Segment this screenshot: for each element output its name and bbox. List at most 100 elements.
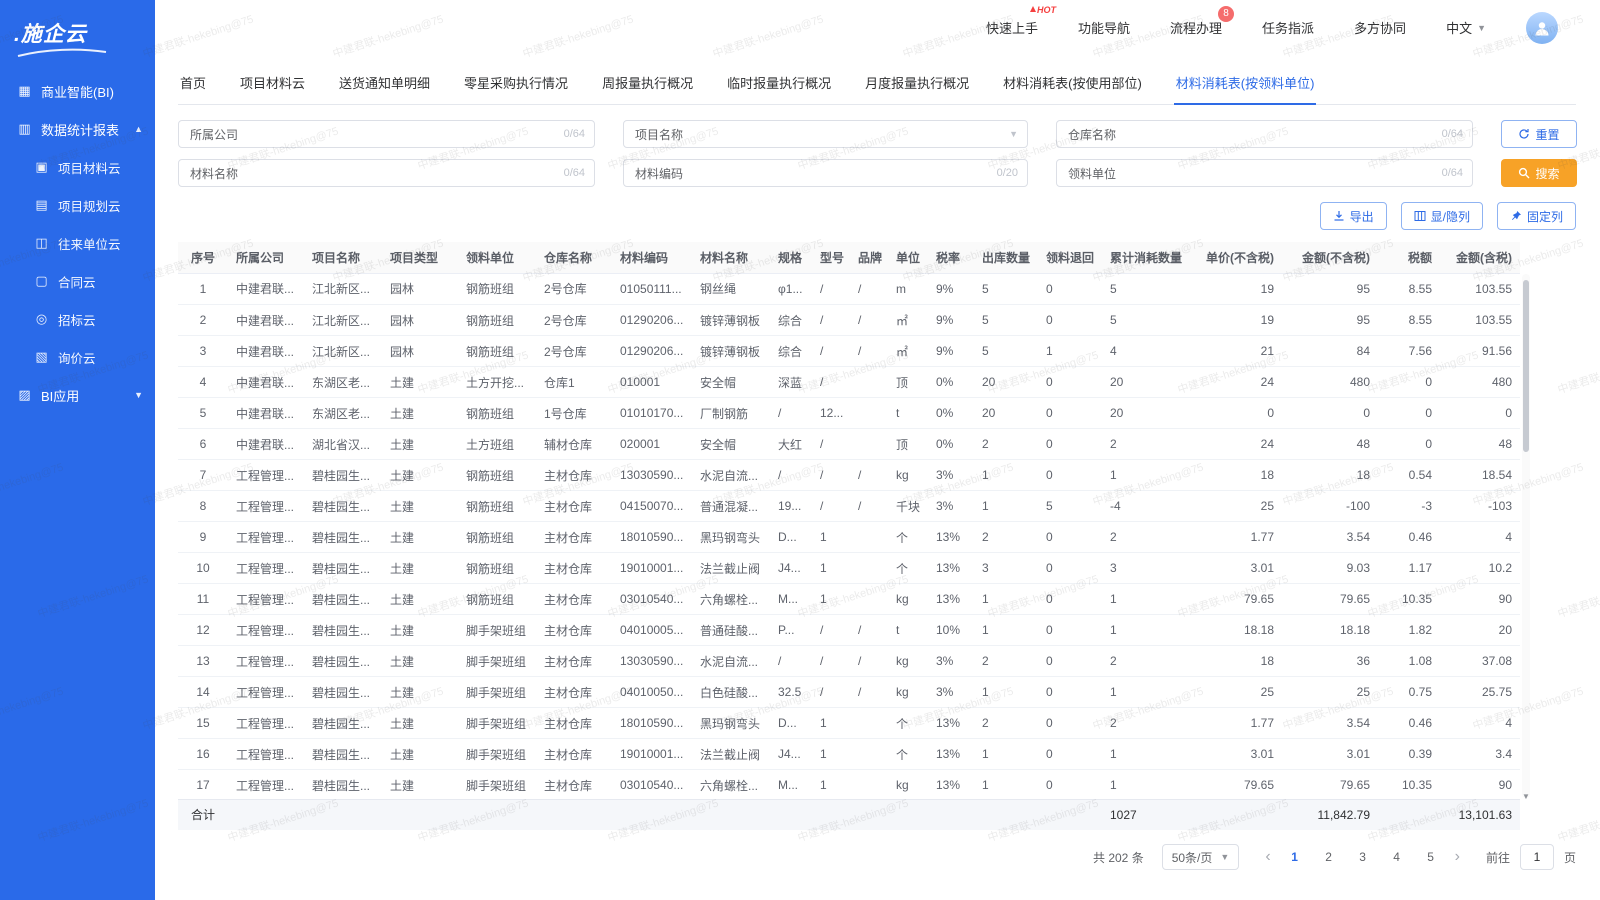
table-cell: 3: [178, 336, 228, 367]
tab-temporary-report[interactable]: 临时报量执行概况: [725, 69, 833, 104]
scrollbar-thumb[interactable]: [1523, 280, 1529, 452]
table-cell: P...: [770, 615, 812, 646]
table-cell: 9%: [928, 305, 974, 336]
table-cell: 园林: [382, 336, 458, 367]
tab-project-material[interactable]: 项目材料云: [238, 69, 307, 104]
sidebar-item-bidding-cloud[interactable]: ◎ 招标云: [0, 300, 155, 338]
table-cell: 1: [1102, 677, 1190, 708]
requisition-unit-filter-input[interactable]: [1128, 166, 1436, 180]
toggle-columns-button[interactable]: 显/隐列: [1401, 202, 1483, 230]
table-cell: 103.55: [1440, 274, 1520, 305]
avatar[interactable]: [1526, 12, 1558, 44]
table-cell: 7: [178, 460, 228, 491]
goto-page-input[interactable]: [1520, 844, 1554, 870]
sidebar-item-label: 询价云: [58, 348, 96, 367]
page-button-4[interactable]: 4: [1385, 850, 1409, 864]
table-cell: kg: [888, 646, 928, 677]
report-chart-icon: ▥: [16, 121, 33, 137]
export-button[interactable]: 导出: [1320, 202, 1387, 230]
table-cell: φ1...: [770, 274, 812, 305]
page-size-label: 50条/页: [1172, 849, 1213, 866]
table-cell: 水泥自流...: [692, 460, 770, 491]
table-row: 10工程管理...碧桂园生...土建钢筋班组主材仓库19010001...法兰截…: [178, 553, 1520, 584]
summary-cell: 合计: [178, 799, 228, 830]
table-cell: 东湖区老...: [304, 367, 382, 398]
table-cell: 11: [178, 584, 228, 615]
table-cell: 土建: [382, 615, 458, 646]
sidebar-item-label: 招标云: [58, 310, 96, 329]
table-cell: 18010590...: [612, 708, 692, 739]
tab-sporadic-purchase[interactable]: 零星采购执行情况: [462, 69, 570, 104]
inquiry-cloud-icon: ▧: [33, 349, 50, 365]
tab-delivery-note-detail[interactable]: 送货通知单明细: [337, 69, 432, 104]
table-cell: 8.55: [1378, 274, 1440, 305]
partner-cloud-icon: ◫: [33, 235, 50, 251]
table-cell: /: [770, 646, 812, 677]
tab-weekly-report[interactable]: 周报量执行概况: [600, 69, 695, 104]
project-filter: 项目名称 ▼: [623, 120, 1028, 148]
search-button[interactable]: 搜索: [1501, 159, 1577, 187]
hot-badge: HOT: [1030, 5, 1056, 15]
table-cell: 钢筋班组: [458, 398, 536, 429]
table-cell: 1: [1102, 615, 1190, 646]
company-filter-input[interactable]: [250, 127, 558, 141]
table-cell: 主材仓库: [536, 522, 612, 553]
nav-multi-collaboration[interactable]: 多方协同: [1354, 18, 1406, 37]
page-button-5[interactable]: 5: [1419, 850, 1443, 864]
table-cell: 0: [1038, 646, 1102, 677]
table-cell: 90: [1440, 584, 1520, 615]
fixed-columns-button[interactable]: 固定列: [1497, 202, 1576, 230]
table-cell: 江北新区...: [304, 305, 382, 336]
material-code-filter-input[interactable]: [695, 166, 991, 180]
page-size-select[interactable]: 50条/页 ▼: [1162, 844, 1240, 870]
page-button-1[interactable]: 1: [1283, 850, 1307, 864]
sidebar-item-project-planning-cloud[interactable]: ▤ 项目规划云: [0, 186, 155, 224]
sidebar: .施企云 ▦ 商业智能(BI) ▥ 数据统计报表 ▲ ▣ 项目材料云 ▤ 项目规…: [0, 0, 155, 900]
table-vertical-scrollbar[interactable]: ▼: [1522, 274, 1530, 798]
nav-quick-start[interactable]: HOT 快速上手: [986, 18, 1038, 37]
sidebar-item-inquiry-cloud[interactable]: ▧ 询价云: [0, 338, 155, 376]
scrollbar-down-arrow-icon[interactable]: ▼: [1522, 792, 1530, 801]
table-cell: kg: [888, 460, 928, 491]
sidebar-item-data-reports[interactable]: ▥ 数据统计报表 ▲: [0, 110, 155, 148]
table-cell: 3.01: [1190, 553, 1282, 584]
prev-page-button[interactable]: ‹: [1263, 849, 1272, 865]
table-cell: 1: [178, 274, 228, 305]
tab-consumption-by-location[interactable]: 材料消耗表(按使用部位): [1001, 69, 1144, 104]
table-cell: 碧桂园生...: [304, 460, 382, 491]
column-header: 项目名称: [304, 242, 382, 273]
sidebar-item-bi-app[interactable]: ▨ BI应用 ▼: [0, 376, 155, 414]
nav-feature-guide[interactable]: 功能导航: [1078, 18, 1130, 37]
page-button-2[interactable]: 2: [1317, 850, 1341, 864]
nav-process-handling[interactable]: 8 流程办理: [1170, 18, 1222, 37]
table-cell: /: [850, 677, 888, 708]
table-cell: 碧桂园生...: [304, 553, 382, 584]
warehouse-filter-input[interactable]: [1128, 127, 1436, 141]
table-cell: 18: [1282, 460, 1378, 491]
table-cell: 钢筋班组: [458, 305, 536, 336]
nav-task-assign[interactable]: 任务指派: [1262, 18, 1314, 37]
table-cell: 工程管理...: [228, 770, 304, 799]
project-filter-select[interactable]: [695, 127, 1003, 141]
tab-home[interactable]: 首页: [178, 69, 208, 104]
material-name-filter-input[interactable]: [250, 166, 558, 180]
page-button-3[interactable]: 3: [1351, 850, 1375, 864]
tab-consumption-by-unit[interactable]: 材料消耗表(按领料单位): [1174, 69, 1317, 104]
summary-cell: [850, 799, 888, 830]
table-cell: 0%: [928, 398, 974, 429]
table-cell: 14: [178, 677, 228, 708]
sidebar-item-project-material-cloud[interactable]: ▣ 项目材料云: [0, 148, 155, 186]
sidebar-item-bi[interactable]: ▦ 商业智能(BI): [0, 72, 155, 110]
sidebar-item-partner-cloud[interactable]: ◫ 往来单位云: [0, 224, 155, 262]
reset-button[interactable]: 重置: [1501, 120, 1577, 148]
next-page-button[interactable]: ›: [1453, 849, 1462, 865]
column-header: 项目类型: [382, 242, 458, 273]
table-cell: 工程管理...: [228, 708, 304, 739]
language-select[interactable]: 中文 ▼: [1446, 18, 1486, 37]
tab-monthly-report[interactable]: 月度报量执行概况: [863, 69, 971, 104]
table-cell: 13%: [928, 522, 974, 553]
table-cell: 碧桂园生...: [304, 522, 382, 553]
table-cell: J4...: [770, 739, 812, 770]
table-cell: M...: [770, 770, 812, 799]
sidebar-item-contract-cloud[interactable]: ▢ 合同云: [0, 262, 155, 300]
